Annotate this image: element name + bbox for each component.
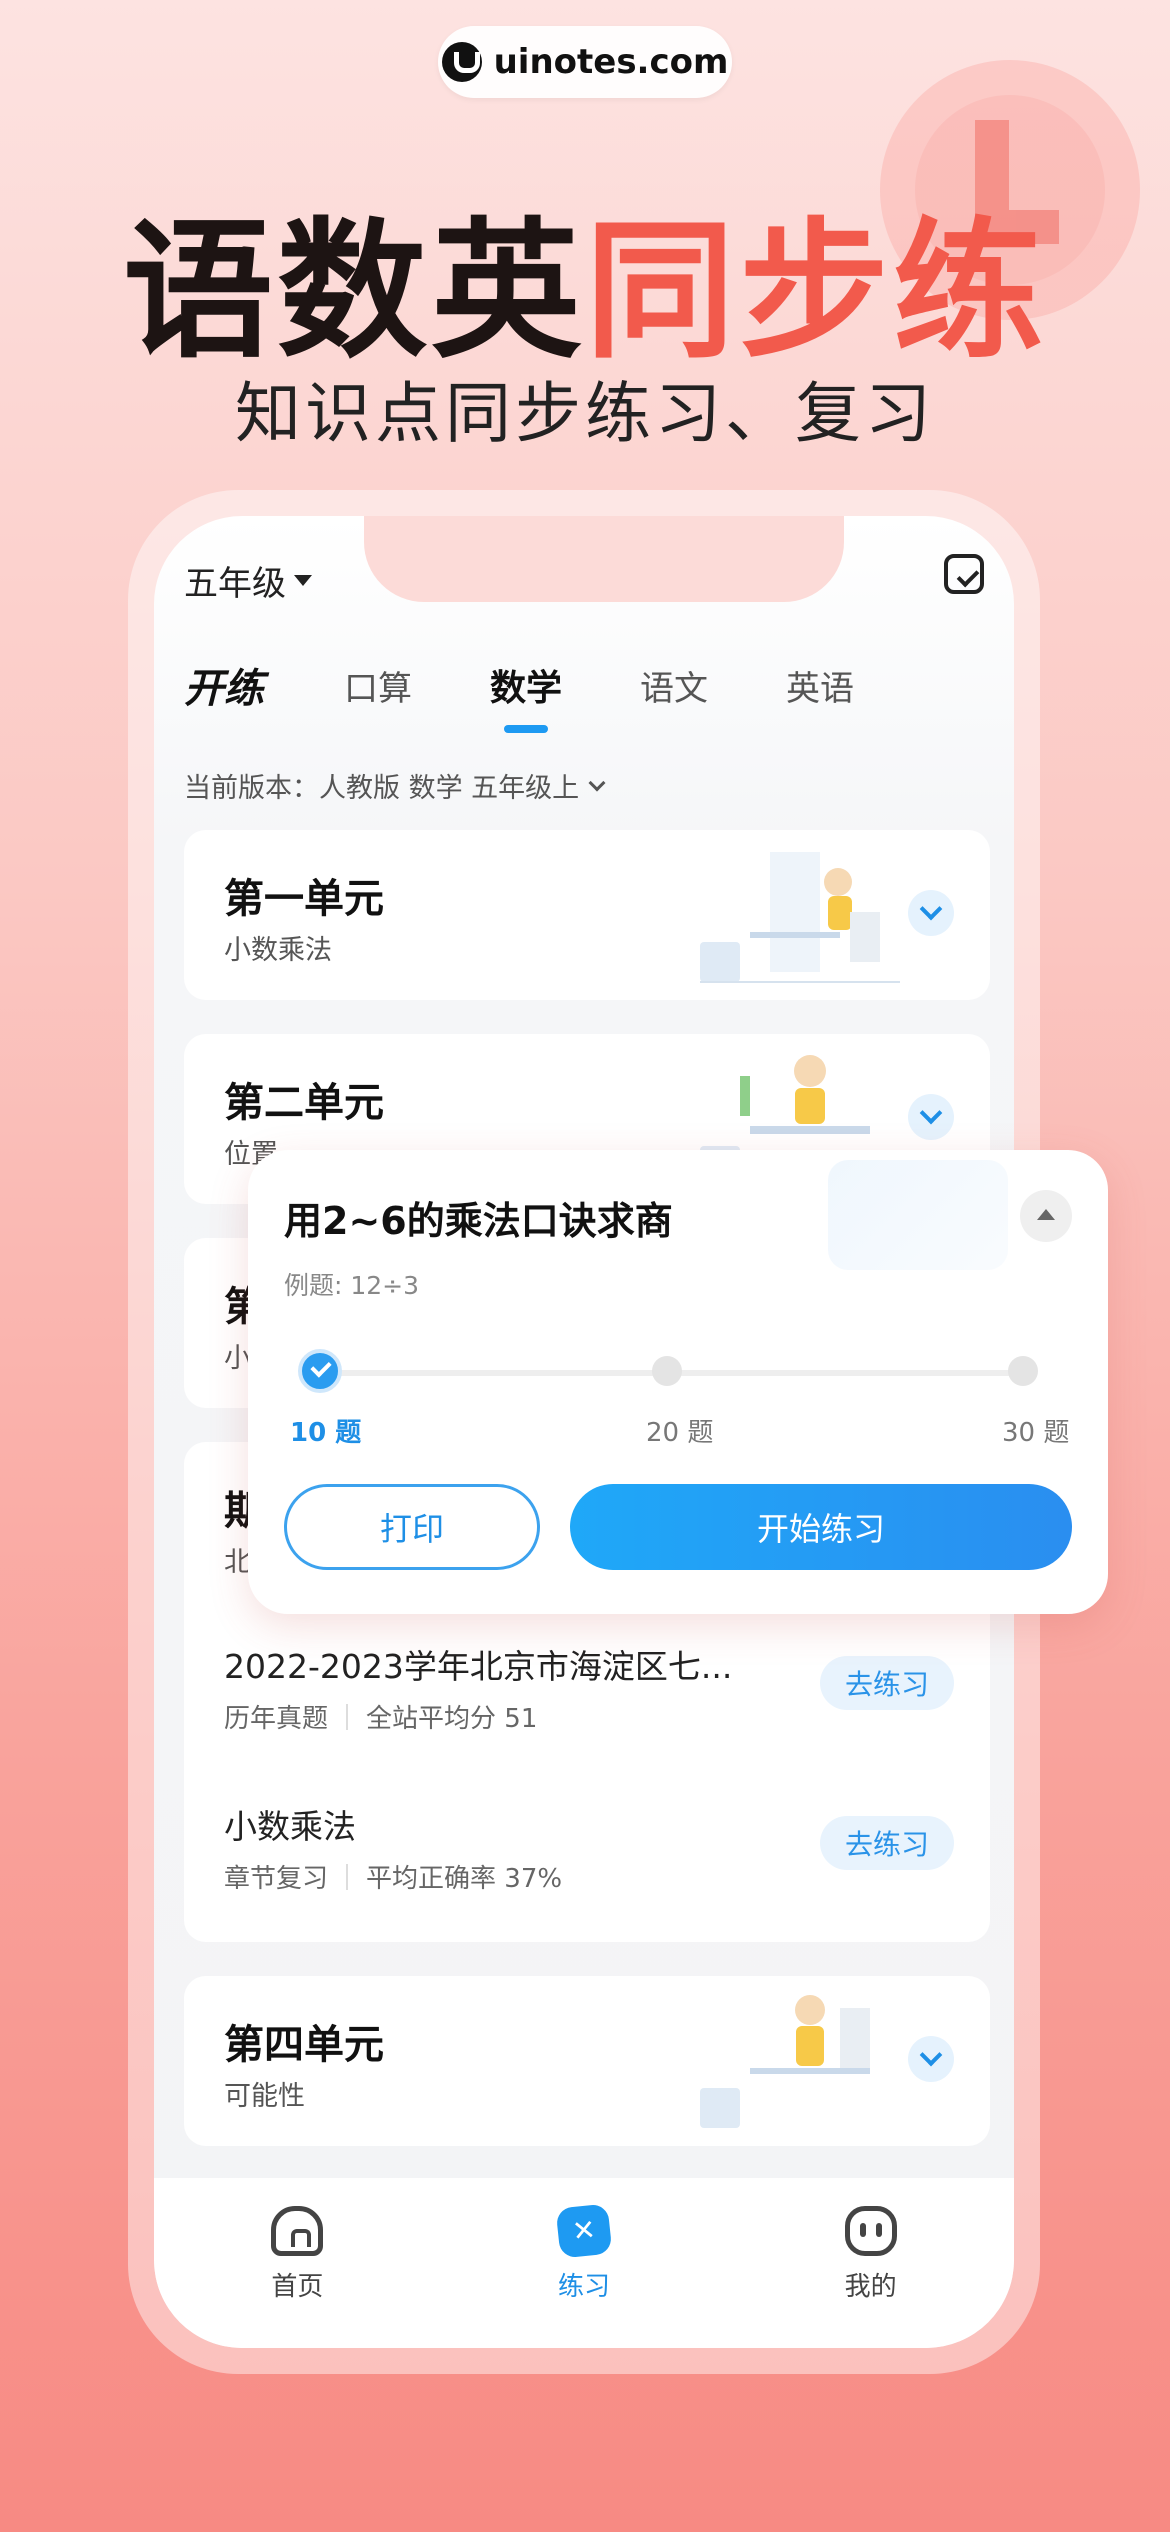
practice-item-type: 章节复习 bbox=[224, 1864, 329, 1894]
bottom-navigation: 首页 练习 我的 bbox=[154, 2178, 1014, 2348]
practice-item-meta: 历年真题 全站平均分 51 bbox=[224, 1698, 537, 1735]
count-label-30[interactable]: 30 题 bbox=[1002, 1412, 1069, 1449]
go-practice-button[interactable]: 去练习 bbox=[820, 1816, 954, 1870]
caret-down-icon bbox=[294, 575, 312, 586]
nav-home[interactable]: 首页 bbox=[227, 2206, 367, 2303]
count-option-10[interactable] bbox=[298, 1349, 342, 1393]
print-button[interactable]: 打印 bbox=[284, 1484, 540, 1570]
practice-item-meta: 章节复习 平均正确率 37% bbox=[224, 1858, 562, 1895]
expand-chevron-icon[interactable] bbox=[908, 1094, 954, 1140]
collapse-button[interactable] bbox=[1020, 1190, 1072, 1242]
meta-divider bbox=[346, 1863, 349, 1890]
version-label: 当前版本：人教版 数学 五年级上 bbox=[184, 773, 580, 804]
tab-english[interactable]: 英语 bbox=[786, 661, 854, 710]
grade-label: 五年级 bbox=[184, 564, 286, 604]
study-illustration-icon bbox=[700, 1995, 870, 2128]
watermark: uinotes.com bbox=[438, 26, 732, 98]
practice-item-title[interactable]: 小数乘法 bbox=[224, 1800, 356, 1848]
hero-subtitle: 知识点同步练习、复习 bbox=[235, 375, 935, 452]
unit-card-1[interactable]: 第一单元 小数乘法 bbox=[184, 830, 990, 1000]
nav-practice-label: 练习 bbox=[557, 2272, 610, 2302]
tab-oral-calc[interactable]: 口算 bbox=[344, 661, 412, 710]
hero-title: 语数英同步练 bbox=[0, 170, 1170, 387]
tab-chinese[interactable]: 语文 bbox=[640, 661, 708, 710]
start-practice-button[interactable]: 开始练习 bbox=[570, 1484, 1072, 1570]
practice-item-stat: 平均正确率 37% bbox=[366, 1864, 563, 1894]
unit-card-4[interactable]: 第四单元 可能性 bbox=[184, 1976, 990, 2146]
version-selector[interactable]: 当前版本：人教版 数学 五年级上 bbox=[184, 766, 606, 805]
unit-subtitle: 小数乘法 bbox=[224, 935, 332, 966]
unit-subtitle: 小 bbox=[224, 1343, 251, 1374]
tab-math[interactable]: 数学 bbox=[490, 659, 562, 733]
meta-divider bbox=[346, 1703, 349, 1730]
practice-icon bbox=[555, 2203, 613, 2259]
go-practice-button[interactable]: 去练习 bbox=[820, 1656, 954, 1710]
practice-item-type: 历年真题 bbox=[224, 1704, 329, 1734]
practice-item-title[interactable]: 2022-2023学年北京市海淀区七... bbox=[224, 1640, 732, 1688]
me-icon bbox=[844, 2206, 897, 2256]
expand-chevron-icon[interactable] bbox=[908, 2036, 954, 2082]
count-label-20[interactable]: 20 题 bbox=[646, 1412, 713, 1449]
subject-tabs: 开练 口算 数学 语文 英语 bbox=[184, 656, 932, 733]
count-option-20[interactable] bbox=[652, 1356, 682, 1386]
count-label-10[interactable]: 10 题 bbox=[290, 1412, 361, 1449]
unit-subtitle: 可能性 bbox=[224, 2081, 305, 2112]
tab-kailian-logo[interactable]: 开练 bbox=[184, 656, 264, 714]
popup-example: 例题: 12÷3 bbox=[284, 1271, 420, 1300]
math-symbols-decoration-icon bbox=[828, 1160, 1008, 1270]
watermark-text: uinotes.com bbox=[493, 42, 729, 82]
nav-me[interactable]: 我的 bbox=[801, 2206, 941, 2303]
watermark-logo-icon bbox=[441, 42, 482, 82]
unit-title: 第一单元 bbox=[224, 876, 384, 922]
home-icon bbox=[271, 2206, 324, 2256]
nav-home-label: 首页 bbox=[271, 2272, 324, 2302]
expand-chevron-icon[interactable] bbox=[908, 890, 954, 936]
exam-subtitle: 北 bbox=[224, 1547, 251, 1578]
grade-selector[interactable]: 五年级 bbox=[184, 556, 312, 605]
chevron-down-icon bbox=[588, 774, 606, 791]
study-illustration-icon bbox=[700, 852, 900, 983]
practice-item-stat: 全站平均分 51 bbox=[366, 1704, 538, 1734]
hero-title-part1: 语数英 bbox=[122, 205, 585, 379]
hero-title-part2: 同步练 bbox=[585, 205, 1048, 379]
count-option-30[interactable] bbox=[1008, 1356, 1038, 1386]
unit-title: 第二单元 bbox=[224, 1080, 384, 1126]
practice-options-popup: 用2~6的乘法口诀求商 例题: 12÷3 10 题 20 题 30 题 打印 开… bbox=[248, 1150, 1108, 1614]
popup-title: 用2~6的乘法口诀求商 bbox=[284, 1199, 673, 1243]
phone-notch bbox=[364, 516, 844, 602]
nav-practice[interactable]: 练习 bbox=[514, 2203, 654, 2303]
edit-icon[interactable] bbox=[944, 554, 984, 594]
unit-title: 第四单元 bbox=[224, 2022, 384, 2068]
nav-me-label: 我的 bbox=[844, 2272, 897, 2302]
